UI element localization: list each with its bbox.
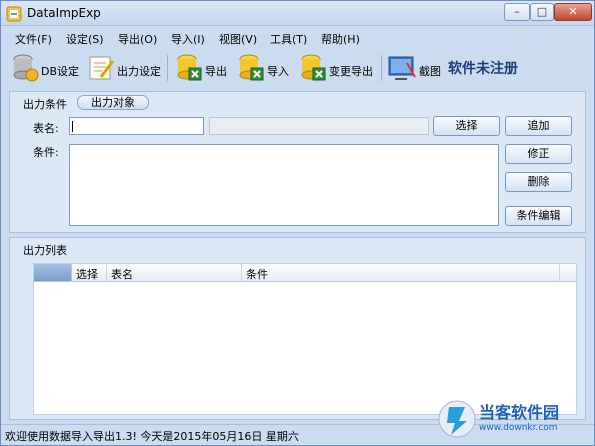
toolbar-separator [167, 55, 168, 81]
screenshot-button[interactable]: 截图 [387, 53, 443, 83]
change-export-button[interactable]: 变更导出 [299, 53, 379, 83]
column-divider[interactable] [241, 264, 242, 281]
column-header-table-name[interactable]: 表名 [111, 266, 133, 282]
database-import-icon [239, 54, 264, 81]
table-name-display [209, 117, 429, 135]
change-export-label: 变更导出 [329, 65, 373, 78]
db-settings-label: DB设定 [41, 65, 80, 78]
add-button[interactable]: 追加 [505, 116, 572, 136]
delete-button[interactable]: 删除 [505, 172, 572, 192]
condition-label: 条件: [33, 146, 59, 159]
output-conditions-label: 出力条件 [23, 98, 67, 111]
menu-view[interactable]: 视图(V) [219, 31, 257, 47]
menu-settings[interactable]: 设定(S) [66, 31, 104, 47]
minimize-icon: – [514, 5, 520, 18]
condition-textarea[interactable] [69, 144, 499, 226]
maximize-button[interactable]: □ [530, 3, 554, 21]
column-divider[interactable] [106, 264, 107, 281]
import-label: 导入 [267, 65, 289, 78]
status-text: 欢迎使用数据导入导出1.3! 今天是2015年05月16日 星期六 [5, 430, 299, 443]
maximize-icon: □ [536, 5, 548, 18]
output-settings-label: 出力设定 [117, 65, 161, 78]
text-caret [72, 121, 73, 132]
table-name-label: 表名: [33, 122, 59, 135]
window-title: DataImpExp [27, 6, 101, 20]
column-divider[interactable] [559, 264, 560, 281]
unregistered-notice: 软件未注册 [448, 61, 518, 77]
watermark-text: 当客软件园 [479, 403, 560, 422]
watermark-url: www.downkr.com [479, 423, 558, 433]
app-window: DataImpExp – □ ✕ 文件(F) 设定(S) 导出(O) 导入(I)… [0, 0, 595, 446]
database-change-icon [301, 54, 326, 81]
edit-condition-button[interactable]: 条件编辑 [505, 206, 572, 226]
screenshot-icon [388, 56, 416, 80]
export-button[interactable]: 导出 [175, 53, 231, 83]
column-header-select[interactable]: 选择 [76, 266, 98, 282]
menu-bar: 文件(F) 设定(S) 导出(O) 导入(I) 视图(V) 工具(T) 帮助(H… [1, 28, 594, 48]
watermark-icon [438, 400, 476, 438]
output-list-label: 出力列表 [23, 244, 67, 257]
menu-import[interactable]: 导入(I) [171, 31, 205, 47]
export-label: 导出 [205, 65, 227, 78]
modify-button[interactable]: 修正 [505, 144, 572, 164]
watermark-logo: 当客软件园 www.downkr.com [437, 397, 593, 443]
table-header: 选择 表名 条件 [34, 264, 576, 282]
close-icon: ✕ [568, 5, 578, 18]
column-header-condition[interactable]: 条件 [246, 266, 268, 282]
db-settings-button[interactable]: DB设定 [11, 53, 80, 83]
menu-tools[interactable]: 工具(T) [270, 31, 307, 47]
title-bar: DataImpExp – □ ✕ [1, 1, 594, 26]
edit-document-icon [89, 56, 115, 80]
close-button[interactable]: ✕ [554, 3, 592, 21]
database-icon [13, 54, 39, 82]
table-corner-cell[interactable] [34, 264, 72, 281]
screenshot-label: 截图 [419, 65, 441, 78]
output-settings-button[interactable]: 出力设定 [87, 53, 163, 83]
menu-export[interactable]: 导出(O) [118, 31, 157, 47]
output-list-table[interactable]: 选择 表名 条件 [33, 263, 577, 415]
tab-output-target[interactable]: 出力对象 [77, 95, 149, 110]
toolbar-separator [381, 55, 382, 81]
app-icon [6, 6, 22, 22]
select-button[interactable]: 选择 [433, 116, 500, 136]
menu-help[interactable]: 帮助(H) [321, 31, 360, 47]
table-name-input[interactable] [69, 117, 204, 135]
minimize-button[interactable]: – [504, 3, 530, 21]
database-export-icon [177, 54, 202, 81]
import-button[interactable]: 导入 [237, 53, 293, 83]
menu-file[interactable]: 文件(F) [15, 31, 52, 47]
